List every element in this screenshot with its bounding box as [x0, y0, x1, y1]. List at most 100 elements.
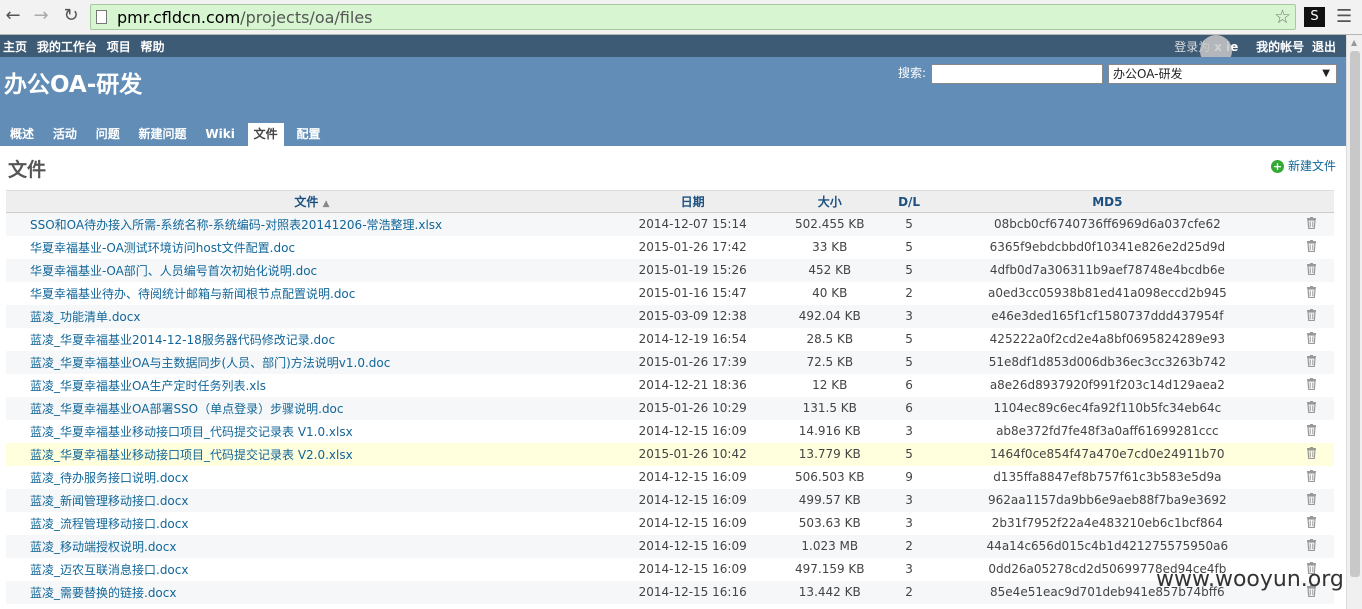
file-size: 40 KB — [767, 281, 893, 305]
file-name-link[interactable]: 蓝凌_功能清单.docx — [6, 304, 618, 328]
tab-files[interactable]: 文件 — [247, 123, 284, 146]
new-file-link[interactable]: + 新建文件 — [1270, 157, 1336, 174]
forward-arrow-icon[interactable]: → — [30, 5, 52, 27]
file-date: 2014-12-21 18:36 — [617, 373, 768, 397]
file-downloads: 5 — [892, 235, 927, 259]
file-name-link[interactable]: 蓝凌_华夏幸福基业OA部署SSO（单点登录）步骤说明.doc — [6, 396, 618, 420]
file-date: 2014-12-15 16:09 — [617, 419, 768, 443]
menu-my-page-link[interactable]: 我的工作台 — [37, 40, 97, 54]
sort-asc-icon: ▲ — [322, 199, 330, 209]
file-name-link[interactable]: 蓝凌_华夏幸福基业OA与主数据同步(人员、部门)方法说明v1.0.doc — [6, 350, 618, 374]
file-name-link[interactable]: 蓝凌_新闻管理移动接口.docx — [6, 488, 618, 512]
table-row: 蓝凌_迈农互联消息接口.docx 2014-12-15 16:09 497.159 … — [6, 557, 1334, 581]
file-name-link[interactable]: SSO和OA待办接入所需-系统名称-系统编码-对照表20141206-常浩整理.… — [6, 212, 618, 236]
header-size[interactable]: 大小 — [767, 190, 893, 213]
delete-trash-icon[interactable] — [1288, 350, 1334, 374]
reload-icon[interactable]: ↻ — [60, 5, 82, 27]
delete-trash-icon[interactable] — [1288, 419, 1334, 443]
table-row: 华夏幸福基业待办、待阅统计邮箱与新闻根节点配置说明.doc 2015-01-16 … — [6, 281, 1334, 305]
delete-trash-icon[interactable] — [1288, 258, 1334, 282]
file-name-link[interactable]: 蓝凌_华夏幸福基业2014-12-18服务器代码修改记录.doc — [6, 327, 618, 351]
file-downloads: 2 — [892, 281, 927, 305]
project-jump-select[interactable]: 办公OA-研发 ▼ — [1108, 64, 1337, 84]
tab-issues[interactable]: 问题 — [90, 123, 126, 146]
table-row: 蓝凌_华夏幸福基业OA部署SSO（单点登录）步骤说明.doc 2015-01-26… — [6, 396, 1334, 420]
file-date: 2014-12-19 16:54 — [617, 327, 768, 351]
file-date: 2014-12-15 16:09 — [617, 488, 768, 512]
file-md5: 1104ec89c6ec4fa92f110b5fc34eb64c — [926, 396, 1289, 420]
logout-link[interactable]: 退出 — [1312, 40, 1336, 54]
menu-help-link[interactable]: 帮助 — [141, 40, 165, 54]
delete-trash-icon[interactable] — [1288, 442, 1334, 466]
extension-icon[interactable]: S — [1304, 7, 1325, 27]
file-name-link[interactable]: 蓝凌_华夏幸福基业移动接口项目_代码提交记录表 V2.0.xlsx — [6, 442, 618, 466]
file-name-link[interactable]: 蓝凌_华夏幸福基业OA生产定时任务列表.xls — [6, 373, 618, 397]
file-md5: a8e26d8937920f991f203c14d129aea2 — [926, 373, 1289, 397]
my-account-link[interactable]: 我的帐号 — [1256, 40, 1304, 54]
table-row: 华夏幸福基业-OA部门、人员编号首次初始化说明.doc 2015-01-19 15… — [6, 258, 1334, 282]
project-tabs: 概述 活动 问题 新建问题 Wiki 文件 配置 — [4, 123, 330, 146]
table-row: 蓝凌_功能清单.docx 2015-03-09 12:38 492.04 KB 3 e4… — [6, 304, 1334, 328]
file-date: 2014-12-15 16:09 — [617, 534, 768, 558]
file-md5: 08bcb0cf6740736ff6969d6a037cfe62 — [926, 212, 1289, 236]
file-downloads: 5 — [892, 327, 927, 351]
header-date[interactable]: 日期 — [617, 190, 768, 213]
delete-trash-icon[interactable] — [1288, 488, 1334, 512]
delete-trash-icon[interactable] — [1288, 396, 1334, 420]
top-menu: 主页 我的工作台 项目 帮助 登录为 x ie 我的帐号 退出 — [0, 35, 1346, 57]
browser-menu-icon[interactable]: ☰ — [1336, 6, 1352, 27]
bookmark-star-icon[interactable]: ☆ — [1274, 6, 1291, 28]
delete-trash-icon[interactable] — [1288, 373, 1334, 397]
file-downloads: 3 — [892, 488, 927, 512]
address-bar[interactable]: pmr.cfldcn.com/projects/oa/files ☆ — [90, 4, 1296, 30]
delete-trash-icon[interactable] — [1288, 465, 1334, 489]
file-name-link[interactable]: 华夏幸福基业待办、待阅统计邮箱与新闻根节点配置说明.doc — [6, 281, 618, 305]
delete-trash-icon[interactable] — [1288, 511, 1334, 535]
project-select-value: 办公OA-研发 — [1113, 67, 1183, 81]
file-size: 72.5 KB — [767, 350, 893, 374]
file-name-link[interactable]: 华夏幸福基业-OA部门、人员编号首次初始化说明.doc — [6, 258, 618, 282]
header-filename[interactable]: 文件 ▲ — [6, 190, 618, 213]
file-md5: ab8e372fd7fe48f3a0aff61699281ccc — [926, 419, 1289, 443]
file-name-link[interactable]: 蓝凌_需要替换的链接.docx — [6, 580, 618, 604]
vertical-scrollbar[interactable]: ▲ — [1346, 35, 1362, 609]
file-md5: 1464f0ce854f47a470e7cd0e24911b70 — [926, 442, 1289, 466]
file-name-link[interactable]: 蓝凌_华夏幸福基业移动接口项目_代码提交记录表 V1.0.xlsx — [6, 419, 618, 443]
menu-projects-link[interactable]: 项目 — [107, 40, 131, 54]
file-date: 2015-01-26 17:42 — [617, 235, 768, 259]
tab-new-issue[interactable]: 新建问题 — [133, 123, 193, 146]
file-date: 2014-12-15 16:16 — [617, 580, 768, 604]
file-name-link[interactable]: 蓝凌_移动端授权说明.docx — [6, 534, 618, 558]
file-downloads: 6 — [892, 396, 927, 420]
tab-wiki[interactable]: Wiki — [199, 123, 240, 146]
file-name-link[interactable]: 蓝凌_迈农互联消息接口.docx — [6, 557, 618, 581]
tab-overview[interactable]: 概述 — [4, 123, 40, 146]
file-name-link[interactable]: 华夏幸福基业-OA测试环境访问host文件配置.doc — [6, 235, 618, 259]
file-size: 131.5 KB — [767, 396, 893, 420]
delete-trash-icon[interactable] — [1288, 327, 1334, 351]
tab-settings[interactable]: 配置 — [291, 123, 327, 146]
delete-trash-icon[interactable] — [1288, 281, 1334, 305]
delete-trash-icon[interactable] — [1288, 534, 1334, 558]
file-size: 497.159 KB — [767, 557, 893, 581]
top-menu-right: 登录为 x ie 我的帐号 退出 — [1174, 38, 1336, 55]
delete-trash-icon[interactable] — [1288, 304, 1334, 328]
file-downloads: 5 — [892, 212, 927, 236]
table-row: 蓝凌_华夏幸福基业OA生产定时任务列表.xls 2014-12-21 18:36 1… — [6, 373, 1334, 397]
scroll-up-arrow-icon[interactable]: ▲ — [1351, 38, 1357, 47]
menu-home-link[interactable]: 主页 — [3, 40, 27, 54]
file-size: 14.916 KB — [767, 419, 893, 443]
delete-trash-icon[interactable] — [1288, 212, 1334, 236]
delete-trash-icon[interactable] — [1288, 235, 1334, 259]
search-input[interactable] — [931, 64, 1103, 84]
scrollbar-thumb[interactable] — [1350, 51, 1360, 577]
header-downloads[interactable]: D/L — [892, 190, 927, 213]
file-size: 13.779 KB — [767, 442, 893, 466]
table-row: 蓝凌_移动端授权说明.docx 2014-12-15 16:09 1.023 MB 2… — [6, 534, 1334, 558]
file-name-link[interactable]: 蓝凌_流程管理移动接口.docx — [6, 511, 618, 535]
tab-activity[interactable]: 活动 — [47, 123, 83, 146]
file-name-link[interactable]: 蓝凌_待办服务接口说明.docx — [6, 465, 618, 489]
file-downloads: 6 — [892, 373, 927, 397]
file-date: 2015-01-16 15:47 — [617, 281, 768, 305]
back-arrow-icon[interactable]: ← — [2, 5, 24, 27]
